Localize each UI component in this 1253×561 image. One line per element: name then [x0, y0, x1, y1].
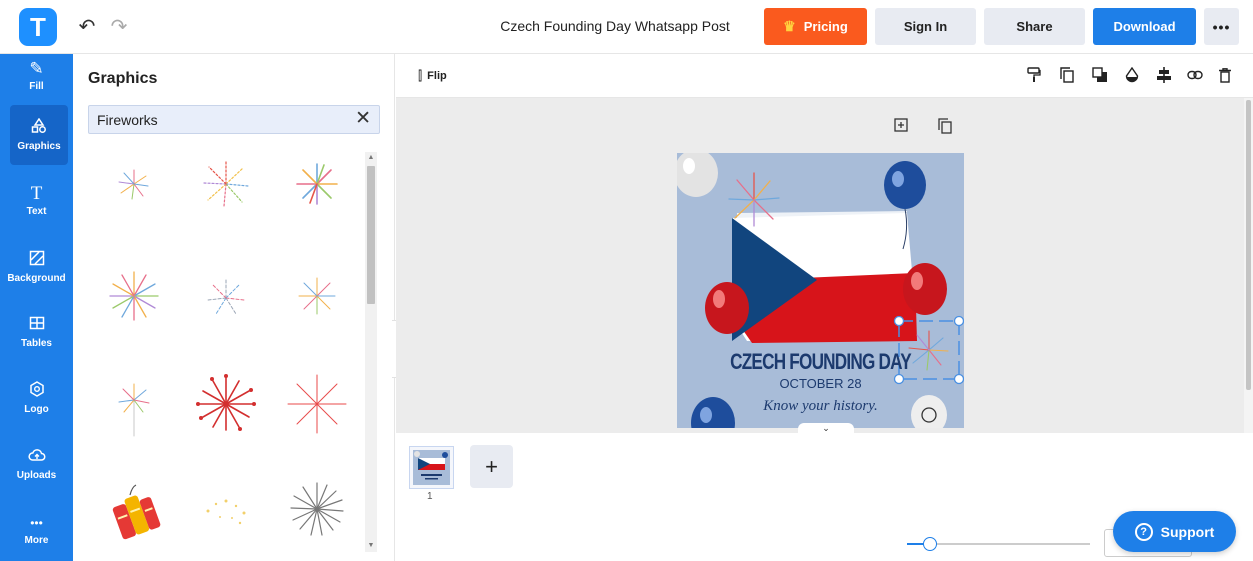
background-icon: [29, 250, 45, 270]
chevron-down-icon: ⌄: [822, 423, 830, 433]
flip-button[interactable]: ⫿ Flip: [418, 68, 447, 84]
shapes-icon: [31, 117, 47, 138]
design-tagline[interactable]: Know your history.: [677, 398, 964, 415]
pricing-label: Pricing: [803, 19, 848, 34]
sidebar-item-fill[interactable]: ✎ Fill: [0, 46, 73, 106]
sidebar-item-graphics[interactable]: Graphics: [10, 105, 68, 165]
page-number: 1: [427, 491, 433, 502]
zoom-slider-knob[interactable]: [923, 537, 937, 551]
sidebar-item-label: Logo: [24, 404, 49, 415]
help-question-icon: ?: [1134, 522, 1153, 541]
clear-search-icon[interactable]: ✕: [355, 109, 371, 129]
left-sidebar: ✎ Fill Graphics T Text Background Tables…: [0, 54, 73, 561]
design-canvas[interactable]: CZECH FOUNDING DAY OCTOBER 28 Know your …: [677, 153, 964, 428]
table-icon: [29, 315, 45, 335]
graphics-search-input[interactable]: [89, 106, 349, 133]
opacity-icon[interactable]: [1123, 66, 1141, 84]
design-heading[interactable]: CZECH FOUNDING DAY: [709, 349, 933, 375]
sidebar-item-label: Graphics: [17, 141, 61, 152]
graphics-search-box: ✕: [88, 105, 380, 134]
sidebar-item-label: Text: [26, 206, 47, 217]
sidebar-item-more[interactable]: ••• More: [0, 500, 73, 560]
download-button[interactable]: Download: [1093, 8, 1196, 45]
scroll-down-arrow-icon[interactable]: ▼: [365, 540, 377, 552]
sidebar-item-logo[interactable]: Logo: [0, 368, 73, 428]
element-toolbar: ⫿ Flip: [396, 54, 1253, 98]
support-button[interactable]: ? Support: [1113, 511, 1236, 552]
duplicate-icon[interactable]: [1058, 66, 1076, 84]
redo-icon[interactable]: ↷: [108, 14, 130, 38]
panel-scrollbar[interactable]: ▲ ▼: [365, 152, 377, 552]
sidebar-item-label: Fill: [29, 81, 44, 92]
zoom-slider[interactable]: [907, 537, 1090, 551]
text-icon: T: [30, 183, 43, 204]
sidebar-item-text[interactable]: T Text: [0, 171, 73, 231]
top-bar: T ↶ ↷ Czech Founding Day Whatsapp Post ♛…: [0, 0, 1253, 54]
firework-graphic[interactable]: [279, 146, 355, 222]
sign-in-button[interactable]: Sign In: [875, 8, 976, 45]
firework-graphic[interactable]: [188, 258, 264, 334]
scrollbar-thumb[interactable]: [367, 166, 375, 304]
firecracker-graphic[interactable]: [96, 471, 172, 547]
sidebar-item-uploads[interactable]: Uploads: [0, 434, 73, 494]
sidebar-item-label: More: [24, 535, 49, 546]
duplicate-page-icon[interactable]: [938, 118, 952, 139]
firework-graphic[interactable]: [96, 146, 172, 222]
link-icon[interactable]: [1186, 66, 1204, 84]
sidebar-item-label: Tables: [21, 338, 52, 349]
sparkle-graphic[interactable]: [188, 471, 264, 547]
firework-graphic[interactable]: [96, 258, 172, 334]
canvas-area[interactable]: CZECH FOUNDING DAY OCTOBER 28 Know your …: [396, 98, 1244, 433]
more-options-button[interactable]: •••: [1204, 8, 1239, 45]
align-icon[interactable]: [1155, 66, 1173, 84]
sidebar-item-tables[interactable]: Tables: [0, 302, 73, 362]
share-button[interactable]: Share: [984, 8, 1085, 45]
more-dots-icon: •••: [30, 516, 43, 530]
firework-graphic[interactable]: [96, 366, 172, 442]
add-page-icon[interactable]: [894, 118, 908, 137]
firework-graphic[interactable]: [279, 366, 355, 442]
undo-icon[interactable]: ↶: [76, 14, 98, 38]
logo-icon: [29, 381, 45, 401]
app-logo[interactable]: T: [19, 8, 57, 46]
firework-graphic[interactable]: [188, 366, 264, 442]
paint-roller-icon[interactable]: [1025, 66, 1043, 84]
flip-label: Flip: [427, 70, 447, 82]
document-title[interactable]: Czech Founding Day Whatsapp Post: [470, 18, 760, 34]
trash-icon[interactable]: [1216, 66, 1234, 84]
cloud-upload-icon: [27, 447, 46, 467]
layer-order-icon[interactable]: [1091, 66, 1109, 84]
scroll-up-arrow-icon[interactable]: ▲: [365, 152, 377, 164]
canvas-scrollbar-thumb[interactable]: [1246, 100, 1251, 390]
firework-graphic[interactable]: [188, 146, 264, 222]
support-label: Support: [1160, 523, 1215, 540]
flip-icon: ⫿: [418, 68, 423, 83]
graphics-grid: [83, 146, 353, 561]
plus-icon: +: [485, 453, 498, 479]
page-thumbnail[interactable]: [409, 446, 454, 489]
canvas-scrollbar[interactable]: [1244, 98, 1253, 433]
sidebar-item-label: Uploads: [16, 470, 57, 481]
pages-strip: 1 + ? Support: [396, 433, 1253, 561]
graphics-panel: Graphics ✕: [73, 54, 395, 561]
expand-pages-button[interactable]: ⌄: [798, 423, 854, 433]
design-date[interactable]: OCTOBER 28: [677, 376, 964, 391]
firework-graphic[interactable]: [279, 471, 355, 547]
pen-icon: ✎: [29, 59, 44, 78]
crown-icon: ♛: [783, 18, 796, 34]
add-page-button[interactable]: +: [470, 445, 513, 488]
panel-title: Graphics: [88, 70, 158, 87]
pricing-button[interactable]: ♛ Pricing: [764, 8, 867, 45]
firework-graphic[interactable]: [279, 258, 355, 334]
sidebar-item-background[interactable]: Background: [0, 237, 73, 297]
sidebar-item-label: Background: [7, 273, 66, 284]
